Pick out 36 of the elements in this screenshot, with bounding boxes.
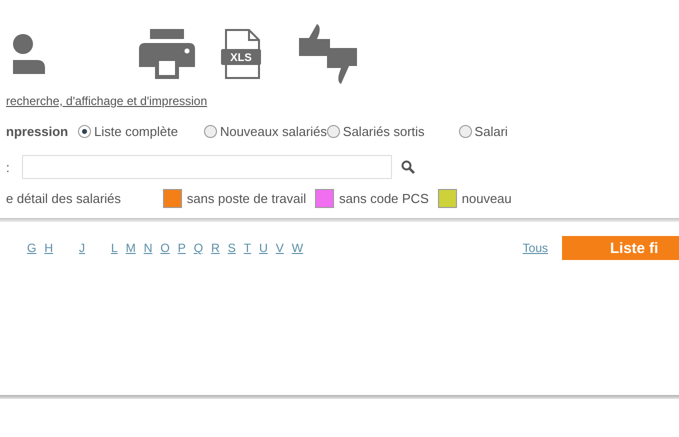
- radio-button[interactable]: [78, 125, 92, 138]
- letter-link[interactable]: G: [27, 241, 36, 255]
- letter-link[interactable]: V: [276, 241, 284, 255]
- letter-link[interactable]: M: [126, 241, 136, 255]
- search-label: :: [6, 160, 10, 174]
- search-field[interactable]: [22, 155, 392, 179]
- letter-link[interactable]: P: [178, 241, 186, 255]
- letter-link[interactable]: H: [44, 241, 54, 255]
- letter-link[interactable]: R: [211, 241, 220, 255]
- radio-button[interactable]: [204, 125, 217, 138]
- letter-link[interactable]: J: [79, 241, 86, 255]
- search-settings-link[interactable]: recherche, d'affichage et d'impression: [6, 94, 679, 108]
- person-icon[interactable]: [13, 32, 45, 76]
- radio-label: Salari: [474, 124, 508, 139]
- letter-link[interactable]: S: [228, 241, 236, 255]
- radio-label: Nouveaux salariés: [220, 124, 327, 139]
- letter-link[interactable]: T: [244, 241, 252, 255]
- letter-link[interactable]: O: [160, 241, 170, 255]
- print-label: npression: [6, 124, 68, 139]
- radio-button[interactable]: [458, 125, 472, 138]
- letter-link[interactable]: W: [292, 241, 304, 255]
- printer-icon[interactable]: [139, 29, 195, 79]
- radio-label: Salariés sortis: [342, 124, 425, 139]
- legend-text: sans poste de travail: [186, 191, 306, 206]
- all-link[interactable]: Tous: [522, 241, 548, 255]
- letter-link[interactable]: Q: [194, 241, 204, 255]
- letter-link[interactable]: L: [111, 241, 118, 255]
- legend-text: nouveau: [462, 191, 512, 206]
- letter-link[interactable]: U: [259, 241, 268, 255]
- letter-link[interactable]: N: [144, 241, 152, 255]
- radio-button[interactable]: [326, 125, 340, 138]
- radio-label: Liste complète: [94, 124, 178, 139]
- list-button[interactable]: Liste fi: [562, 236, 679, 260]
- legend-text: sans code PCS: [339, 191, 429, 206]
- search-icon[interactable]: [400, 160, 415, 174]
- legend-label: e détail des salariés: [6, 191, 121, 206]
